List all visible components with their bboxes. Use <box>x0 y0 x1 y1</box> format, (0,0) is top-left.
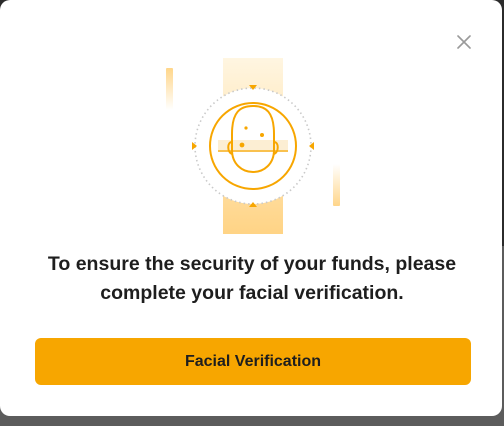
close-icon <box>457 35 471 49</box>
verification-message-line-1: To ensure the security of your funds, pl… <box>47 253 457 275</box>
facial-verification-button[interactable]: Facial Verification <box>35 338 471 385</box>
close-button[interactable] <box>452 30 476 54</box>
verification-message-line-2: complete your facial verification. <box>100 282 404 304</box>
verification-message: To ensure the security of your funds, pl… <box>20 250 484 308</box>
face-scan-icon <box>166 58 340 234</box>
facial-verification-dialog: To ensure the security of your funds, pl… <box>0 0 502 416</box>
